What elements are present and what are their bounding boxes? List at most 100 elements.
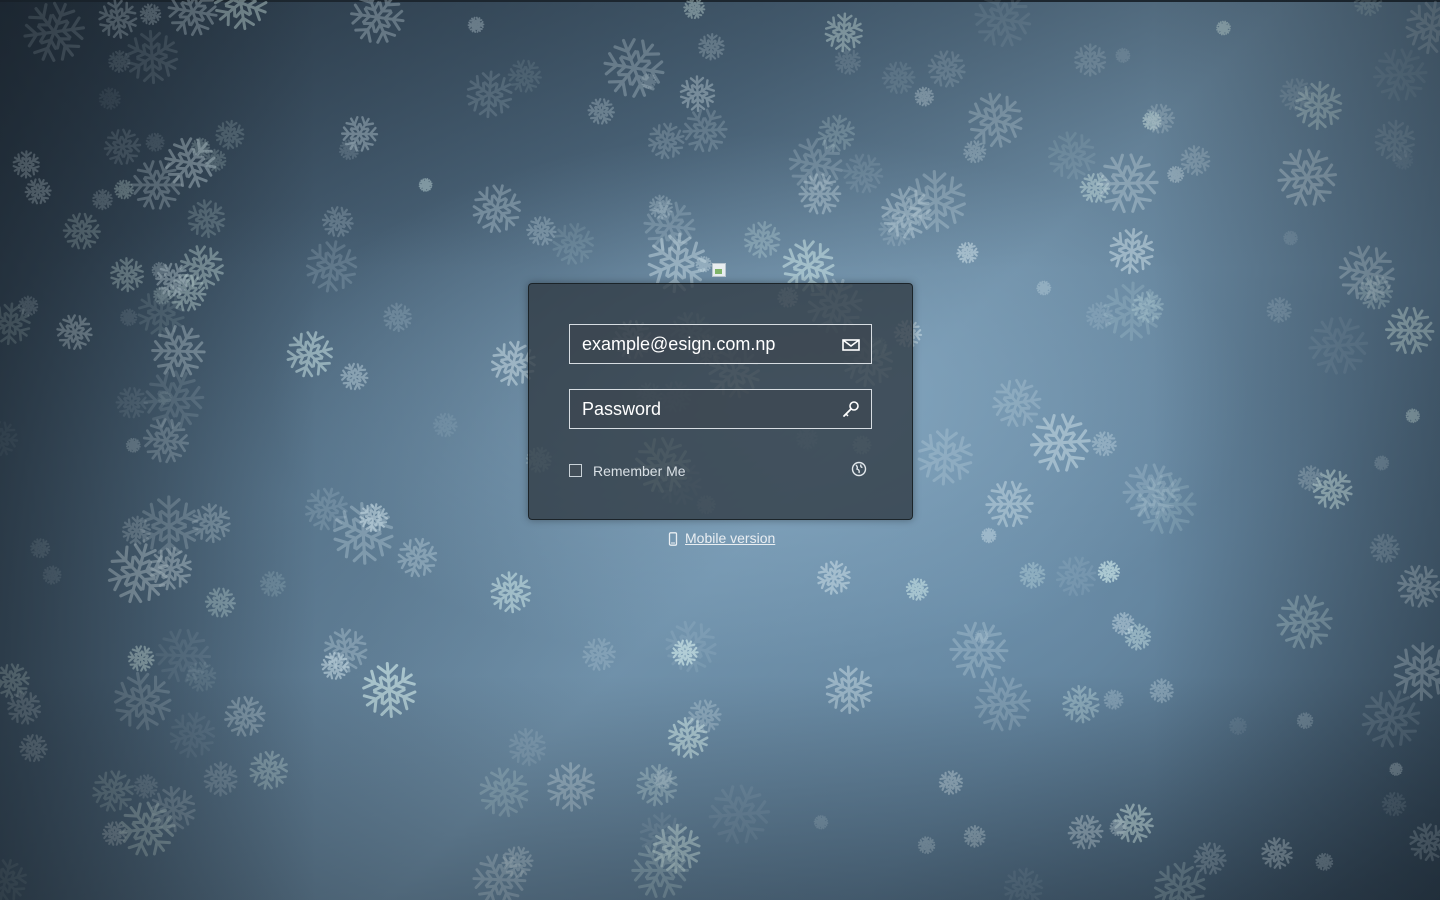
globe-icon[interactable]: [851, 461, 867, 477]
snowflake: [99, 123, 147, 170]
snowflake: [188, 135, 213, 160]
snowflake: [123, 640, 159, 676]
snowflake: [1377, 298, 1440, 363]
snowflake: [464, 70, 514, 118]
snowflake: [135, 409, 198, 471]
remember-me-checkbox[interactable]: [569, 464, 582, 477]
snowflake: [1175, 140, 1216, 181]
snowflake: [156, 390, 173, 407]
email-input[interactable]: [570, 325, 830, 363]
snowflake: [741, 219, 783, 260]
snowflake: [964, 826, 986, 847]
snowflake: [1401, 0, 1440, 57]
snowflake: [644, 119, 688, 162]
snowflake: [1353, 270, 1398, 315]
snowflake: [1, 684, 48, 731]
snowflake: [974, 629, 989, 643]
snowflake: [142, 315, 215, 387]
snowflake: [154, 127, 226, 198]
snowflake: [634, 191, 705, 262]
snowflake: [111, 176, 137, 202]
snowflake: [1275, 74, 1317, 116]
snowflake: [111, 382, 154, 424]
snowflake: [915, 834, 938, 857]
snowflake: [1019, 562, 1047, 589]
snowflake: [1402, 816, 1440, 869]
snowflake: [132, 773, 160, 800]
snowflake: [823, 13, 864, 52]
snowflake: [336, 358, 374, 395]
snowflake: [937, 769, 965, 796]
email-field[interactable]: [569, 324, 872, 364]
remember-me-label[interactable]: Remember Me: [593, 463, 686, 479]
password-field[interactable]: [569, 389, 872, 429]
snowflake: [1293, 81, 1344, 130]
snowflake: [315, 620, 376, 681]
snowflake: [1187, 836, 1232, 881]
snowflake: [1108, 817, 1129, 838]
mobile-version-link[interactable]: Mobile version: [685, 530, 775, 546]
snowflake: [161, 267, 213, 318]
snowflake: [986, 372, 1048, 433]
snowflake: [1087, 427, 1121, 461]
snowflake: [92, 190, 112, 210]
snowflake: [1266, 297, 1292, 322]
snowflake: [321, 491, 405, 575]
snowflake: [873, 206, 920, 252]
login-panel: Remember Me: [528, 283, 913, 520]
snowflake: [1392, 643, 1440, 701]
snowflake: [146, 544, 196, 593]
snowflake: [497, 842, 538, 882]
snowflake: [1312, 850, 1336, 874]
snowflake: [124, 436, 143, 455]
password-input[interactable]: [570, 390, 830, 428]
snowflake: [1035, 279, 1053, 297]
snowflake: [1268, 586, 1340, 657]
snowflake: [1106, 796, 1161, 851]
snowflake: [165, 709, 219, 762]
snowflake: [957, 82, 1034, 159]
snowflake: [1146, 675, 1178, 707]
snowflake: [835, 146, 890, 201]
snowflake: [151, 285, 173, 307]
snowflake: [592, 26, 676, 110]
snowflake: [0, 659, 34, 703]
snowflake: [1365, 40, 1436, 110]
snowflake: [1389, 556, 1440, 616]
snowflake: [136, 288, 187, 337]
snowflake: [467, 180, 526, 238]
snowflake: [700, 775, 780, 854]
snowflake: [651, 824, 702, 873]
snowflake: [1404, 407, 1422, 426]
snowflake: [15, 293, 42, 320]
snowflake: [673, 69, 721, 118]
snowflake: [1085, 301, 1115, 330]
snowflake: [183, 659, 220, 695]
snowflake: [683, 695, 726, 738]
snowflake: [50, 307, 100, 356]
snowflake: [676, 101, 735, 159]
snowflake: [300, 483, 352, 534]
snowflake: [1378, 788, 1411, 821]
snowflake: [1150, 859, 1210, 900]
snowflake: [639, 813, 685, 857]
snowflake: [246, 748, 292, 793]
logo-broken-image-icon: [712, 263, 726, 277]
snowflake: [104, 251, 150, 297]
snowflake: [101, 537, 176, 610]
snowflake: [1391, 147, 1417, 173]
snowflake: [638, 71, 658, 91]
snowflake: [337, 138, 362, 162]
mobile-phone-icon: [668, 532, 678, 546]
snowflake: [1038, 122, 1105, 189]
snowflake: [961, 138, 989, 166]
snowflake: [15, 0, 94, 71]
snowflake: [483, 564, 539, 621]
snowflake: [0, 302, 33, 346]
snowflake: [697, 33, 725, 60]
snowflake: [1354, 683, 1428, 755]
snowflake: [1111, 612, 1136, 636]
snowflake: [1113, 46, 1132, 65]
snowflake: [1125, 464, 1206, 544]
snowflake: [171, 236, 233, 298]
